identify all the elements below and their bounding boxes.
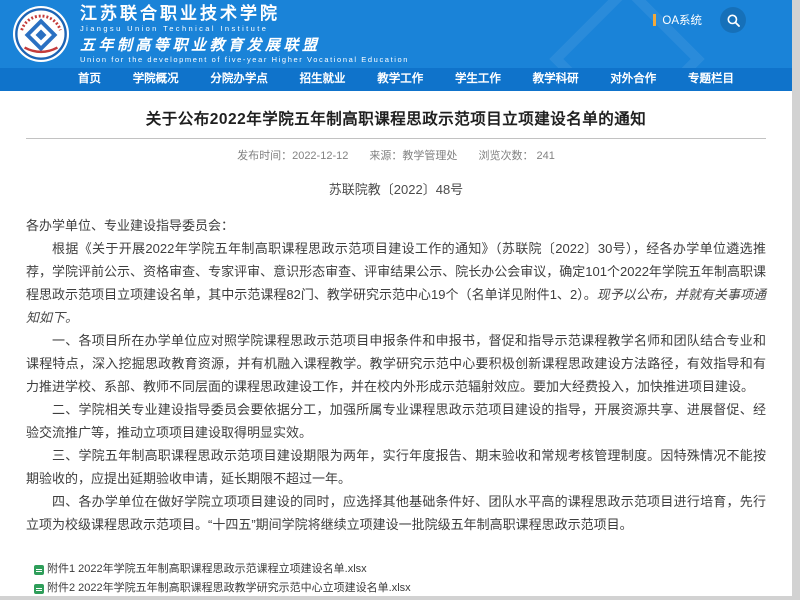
nav-item-research[interactable]: 教学科研	[533, 68, 579, 91]
union-name-cn: 五年制高等职业教育发展联盟	[80, 38, 409, 53]
search-icon	[727, 14, 740, 27]
nav-item-branches[interactable]: 分院办学点	[210, 68, 268, 91]
paragraph-section-2: 二、学院相关专业建设指导委员会要依据分工，加强所属专业课程思政示范项目建设的指导…	[26, 398, 766, 444]
union-name-en: Union for the development of five-year H…	[80, 56, 409, 64]
salutation: 各办学单位、专业建设指导委员会：	[26, 214, 766, 237]
nav-item-teaching[interactable]: 教学工作	[377, 68, 423, 91]
nav-item-special-columns[interactable]: 专题栏目	[688, 68, 734, 91]
nav-item-home[interactable]: 首页	[78, 68, 101, 91]
search-button[interactable]	[720, 7, 746, 33]
school-logo-icon[interactable]	[12, 5, 70, 63]
school-name-en: Jiangsu Union Technical Institute	[80, 25, 409, 33]
paragraph-intro: 根据《关于开展2022年学院五年制高职课程思政示范项目建设工作的通知》（苏联院〔…	[26, 237, 766, 329]
attachment-label-1: 附件1 2022年学院五年制高职课程思政示范课程立项建设名单.xlsx	[47, 560, 367, 579]
main-nav: 首页 学院概况 分院办学点 招生就业 教学工作 学生工作 教学科研 对外合作 专…	[0, 68, 792, 91]
school-name-cn: 江苏联合职业技术学院	[80, 5, 409, 22]
attachments: 附件1 2022年学院五年制高职课程思政示范课程立项建设名单.xlsx 附件2 …	[34, 560, 766, 596]
oa-system-label: OA系统	[662, 12, 702, 28]
publish-time: 发布时间：2022-12-12	[237, 150, 348, 162]
paragraph-section-1: 一、各项目所在办学单位应对照学院课程思政示范项目申报条件和申报书，督促和指导示范…	[26, 329, 766, 398]
nav-item-students[interactable]: 学生工作	[455, 68, 501, 91]
paragraph-section-3: 三、学院五年制高职课程思政示范项目建设期限为两年，实行年度报告、期末验收和常规考…	[26, 444, 766, 490]
xlsx-file-icon	[34, 584, 44, 594]
view-count: 浏览次数： 241	[478, 150, 554, 162]
oa-system-link[interactable]: OA系统	[653, 12, 702, 28]
brand-block: 江苏联合职业技术学院 Jiangsu Union Technical Insti…	[80, 5, 409, 63]
source: 来源：教学管理处	[369, 150, 457, 162]
document-number: 苏联院教〔2022〕48号	[26, 179, 766, 198]
site-header: 江苏联合职业技术学院 Jiangsu Union Technical Insti…	[0, 0, 792, 68]
attachment-link-1[interactable]: 附件1 2022年学院五年制高职课程思政示范课程立项建设名单.xlsx	[34, 560, 766, 579]
title-divider	[26, 138, 766, 139]
nav-item-overview[interactable]: 学院概况	[133, 68, 179, 91]
nav-item-cooperation[interactable]: 对外合作	[610, 68, 656, 91]
article-title: 关于公布2022年学院五年制高职课程思政示范项目立项建设名单的通知	[26, 107, 766, 129]
paragraph-section-4: 四、各办学单位在做好学院立项项目建设的同时，应选择其他基础条件好、团队水平高的课…	[26, 490, 766, 536]
watermark-curve	[544, 48, 694, 68]
xlsx-file-icon	[34, 565, 44, 575]
article-content: 关于公布2022年学院五年制高职课程思政示范项目立项建设名单的通知 发布时间：2…	[0, 91, 792, 596]
article-meta: 发布时间：2022-12-12 来源：教学管理处 浏览次数： 241	[26, 147, 766, 163]
header-actions: OA系统	[653, 0, 792, 40]
page: 江苏联合职业技术学院 Jiangsu Union Technical Insti…	[0, 0, 792, 596]
article-body: 各办学单位、专业建设指导委员会： 根据《关于开展2022年学院五年制高职课程思政…	[26, 214, 766, 536]
attachment-label-2: 附件2 2022年学院五年制高职课程思政教学研究示范中心立项建设名单.xlsx	[47, 579, 411, 596]
attachment-link-2[interactable]: 附件2 2022年学院五年制高职课程思政教学研究示范中心立项建设名单.xlsx	[34, 579, 766, 596]
nav-item-admissions[interactable]: 招生就业	[300, 68, 346, 91]
oa-accent-bar-icon	[653, 14, 656, 26]
